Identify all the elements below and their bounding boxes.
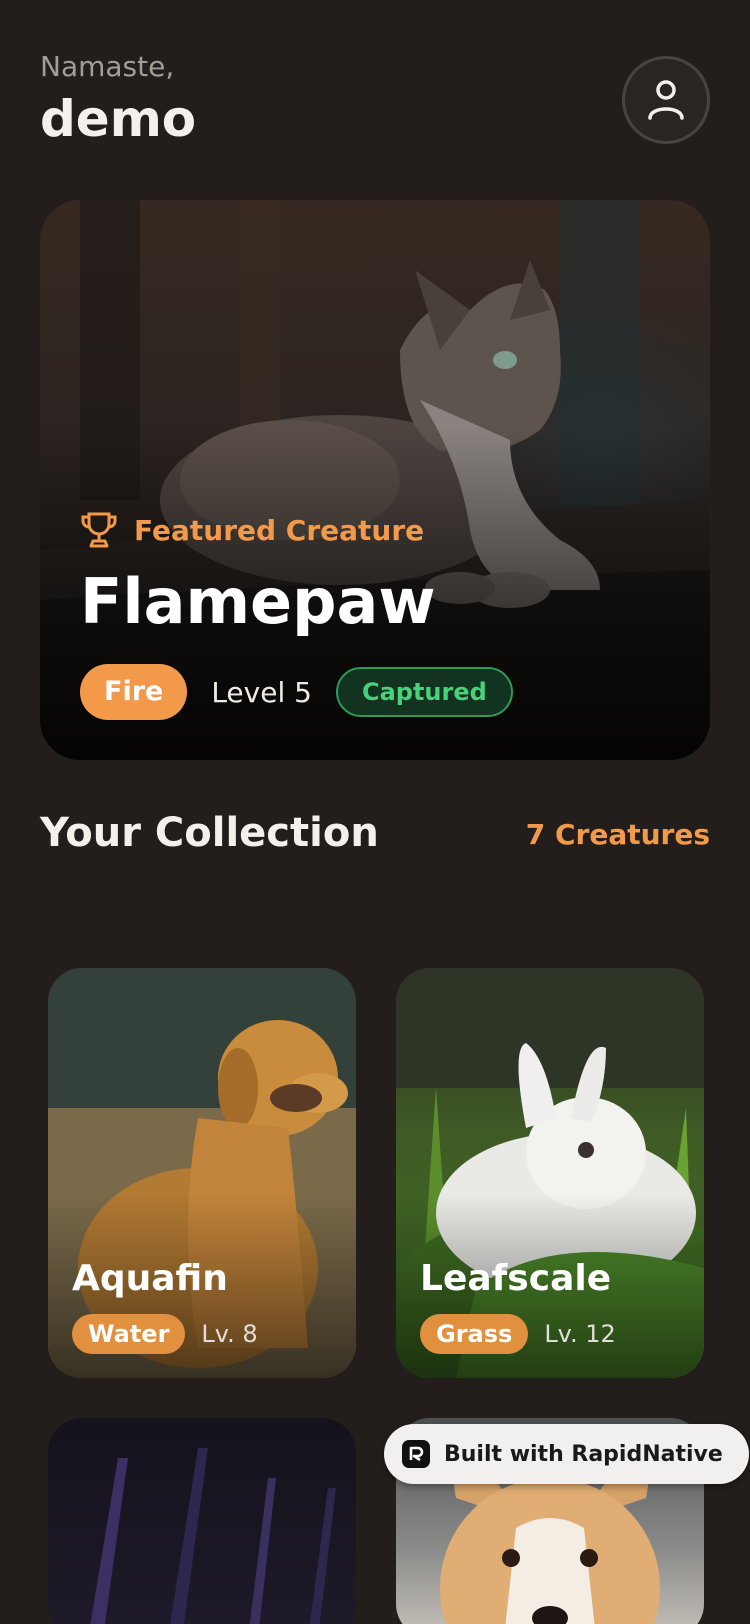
creature-name: Aquafin bbox=[72, 1258, 228, 1299]
collection-count[interactable]: 7 Creatures bbox=[526, 818, 710, 851]
collection-title: Your Collection bbox=[40, 810, 379, 856]
creature-card-aquafin[interactable]: Aquafin Water Lv. 8 bbox=[48, 968, 356, 1378]
featured-meta: Fire Level 5 Captured bbox=[80, 664, 513, 720]
trophy-icon bbox=[81, 512, 117, 548]
user-icon bbox=[648, 80, 684, 120]
creature-card-leafscale[interactable]: Leafscale Grass Lv. 12 bbox=[396, 968, 704, 1378]
profile-button[interactable] bbox=[622, 56, 710, 144]
badge-label: Built with RapidNative bbox=[444, 1441, 723, 1467]
rapidnative-logo-icon bbox=[402, 1440, 430, 1468]
username-title: demo bbox=[40, 90, 197, 148]
type-badge-fire: Fire bbox=[80, 664, 188, 720]
greeting-text: Namaste, bbox=[40, 50, 175, 83]
status-badge-captured: Captured bbox=[335, 667, 513, 717]
creature-name: Leafscale bbox=[420, 1258, 612, 1299]
featured-tag-label: Featured Creature bbox=[134, 513, 425, 547]
featured-tag: Featured Creature bbox=[80, 510, 424, 550]
creature-card-3[interactable] bbox=[48, 1418, 356, 1624]
creature-level: Lv. 12 bbox=[544, 1320, 616, 1348]
type-badge-water: Water bbox=[72, 1314, 186, 1354]
featured-creature-card[interactable]: Featured Creature Flamepaw Fire Level 5 … bbox=[40, 200, 710, 760]
creature-meta: Water Lv. 8 bbox=[72, 1314, 258, 1354]
type-badge-grass: Grass bbox=[420, 1314, 529, 1354]
creature-meta: Grass Lv. 12 bbox=[420, 1314, 616, 1354]
creature-level: Lv. 8 bbox=[201, 1320, 258, 1348]
built-with-badge[interactable]: Built with RapidNative bbox=[384, 1424, 749, 1484]
featured-creature-name: Flamepaw bbox=[80, 565, 436, 638]
home-screen: Namaste, demo Featured Creature Flamepaw… bbox=[0, 0, 750, 1624]
featured-level: Level 5 bbox=[211, 675, 312, 709]
creature-image-3 bbox=[90, 1448, 336, 1624]
